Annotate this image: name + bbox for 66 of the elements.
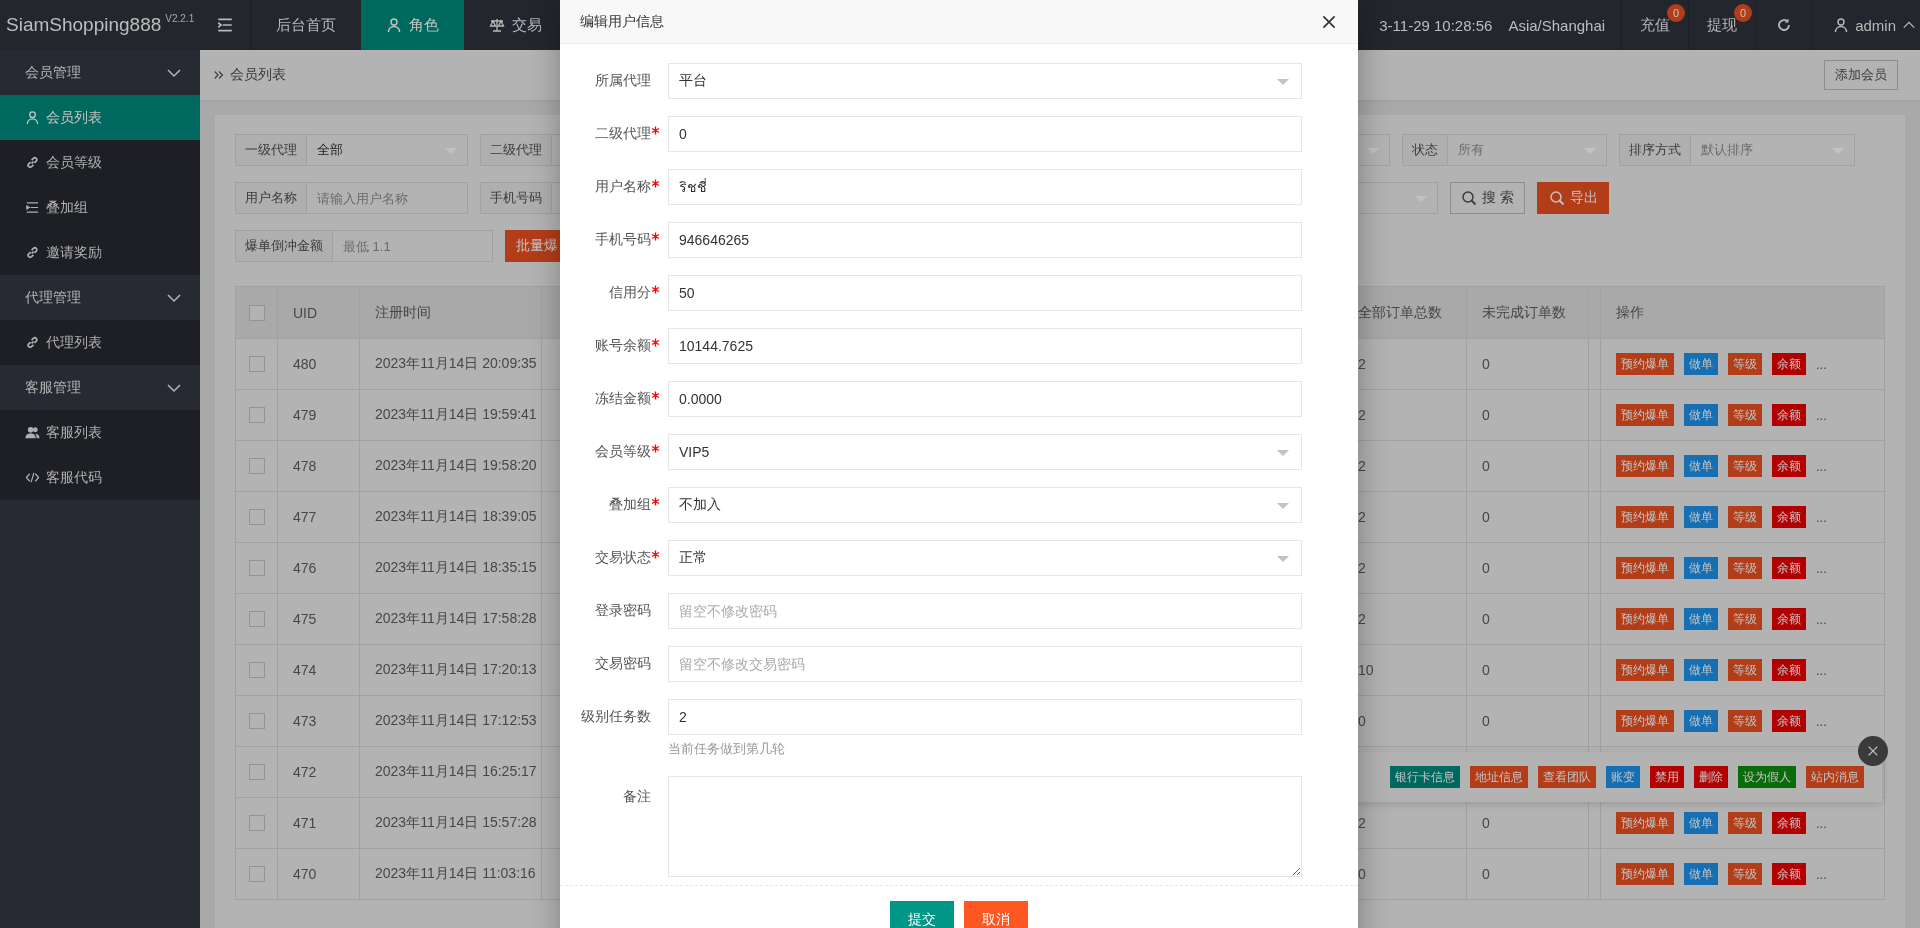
table-cell: 2023年11月14日 19:58:20 <box>360 441 542 491</box>
table-cell: 2023年11月14日 17:58:28 <box>360 594 542 644</box>
field-hint: 当前任务做到第几轮 <box>668 741 785 756</box>
column-header: 注册时间 <box>360 287 542 338</box>
field-label: 冻结金额 <box>595 390 651 408</box>
table-cell: 0 <box>1467 390 1589 440</box>
timezone-text: Asia/Shanghai <box>1508 16 1606 34</box>
field-label: 一级代理 <box>235 134 306 166</box>
field-label: 会员等级 <box>595 443 651 461</box>
table-cell: 480 <box>278 339 360 389</box>
table-cell: 479 <box>278 390 360 440</box>
field-label: 交易状态 <box>595 549 651 567</box>
table-cell: 0 <box>1467 696 1589 746</box>
field-label: 级别任务数 <box>581 708 651 726</box>
table-cell: 0 <box>1467 543 1589 593</box>
table-cell: 2023年11月14日 17:12:53 <box>360 696 542 746</box>
version-label: V2.2.1 <box>165 13 195 24</box>
field-label: 备注 <box>623 788 651 806</box>
count-badge: 0 <box>1667 4 1686 22</box>
table-cell: 473 <box>278 696 360 746</box>
field-label: 状态 <box>1402 134 1447 166</box>
table-cell: 476 <box>278 543 360 593</box>
column-header: 操作 <box>1615 302 1645 322</box>
table-cell: 0 <box>1467 849 1589 899</box>
table-cell: 2023年11月14日 18:39:05 <box>360 492 542 542</box>
field-label: 排序方式 <box>1619 134 1690 166</box>
table-cell: 0 <box>1467 492 1589 542</box>
table-cell: 2023年11月14日 19:59:41 <box>360 390 542 440</box>
table-cell: 471 <box>278 798 360 848</box>
table-cell: 2023年11月14日 16:25:17 <box>360 747 542 797</box>
table-cell: 2023年11月14日 11:03:16 <box>360 849 542 899</box>
app-logo-text: SiamShopping888 <box>6 14 162 36</box>
field-label: 所属代理 <box>595 72 651 90</box>
field-label: 手机号码 <box>480 182 551 214</box>
table-cell: 0 <box>1467 594 1589 644</box>
table-cell: 478 <box>278 441 360 491</box>
field-label: 爆单倒冲金额 <box>235 230 332 262</box>
field-label: 交易密码 <box>595 655 651 673</box>
table-cell: 0 <box>1467 441 1589 491</box>
field-label: 用户名称 <box>595 178 651 196</box>
field-label: 二级代理 <box>480 134 551 166</box>
table-cell: 474 <box>278 645 360 695</box>
field-label: 二级代理 <box>595 125 651 143</box>
table-cell: 0 <box>1467 339 1589 389</box>
column-header: 未完成订单数 <box>1467 287 1589 338</box>
field-label: 叠加组 <box>609 496 651 514</box>
table-cell: 2023年11月14日 17:20:13 <box>360 645 542 695</box>
table-cell: 0 <box>1467 798 1589 848</box>
field-label: 手机号码 <box>595 231 651 249</box>
column-header: UID <box>278 287 360 338</box>
dialog-title: 编辑用户信息 <box>580 12 664 31</box>
clock-text: 3-11-29 10:28:56 <box>1379 16 1493 34</box>
field-label: 信用分 <box>609 284 651 302</box>
table-cell: 477 <box>278 492 360 542</box>
table-cell: 2023年11月14日 20:09:35 <box>360 339 542 389</box>
table-cell: 2023年11月14日 15:57:28 <box>360 798 542 848</box>
count-badge: 0 <box>1734 4 1753 22</box>
field-label: 用户名称 <box>235 182 306 214</box>
table-cell: 2023年11月14日 18:35:15 <box>360 543 542 593</box>
table-cell: 0 <box>1467 645 1589 695</box>
table-cell: 470 <box>278 849 360 899</box>
table-cell: 472 <box>278 747 360 797</box>
field-label: 登录密码 <box>595 602 651 620</box>
breadcrumb-text: 会员列表 <box>230 66 286 84</box>
field-label: 账号余额 <box>595 337 651 355</box>
table-cell: 475 <box>278 594 360 644</box>
